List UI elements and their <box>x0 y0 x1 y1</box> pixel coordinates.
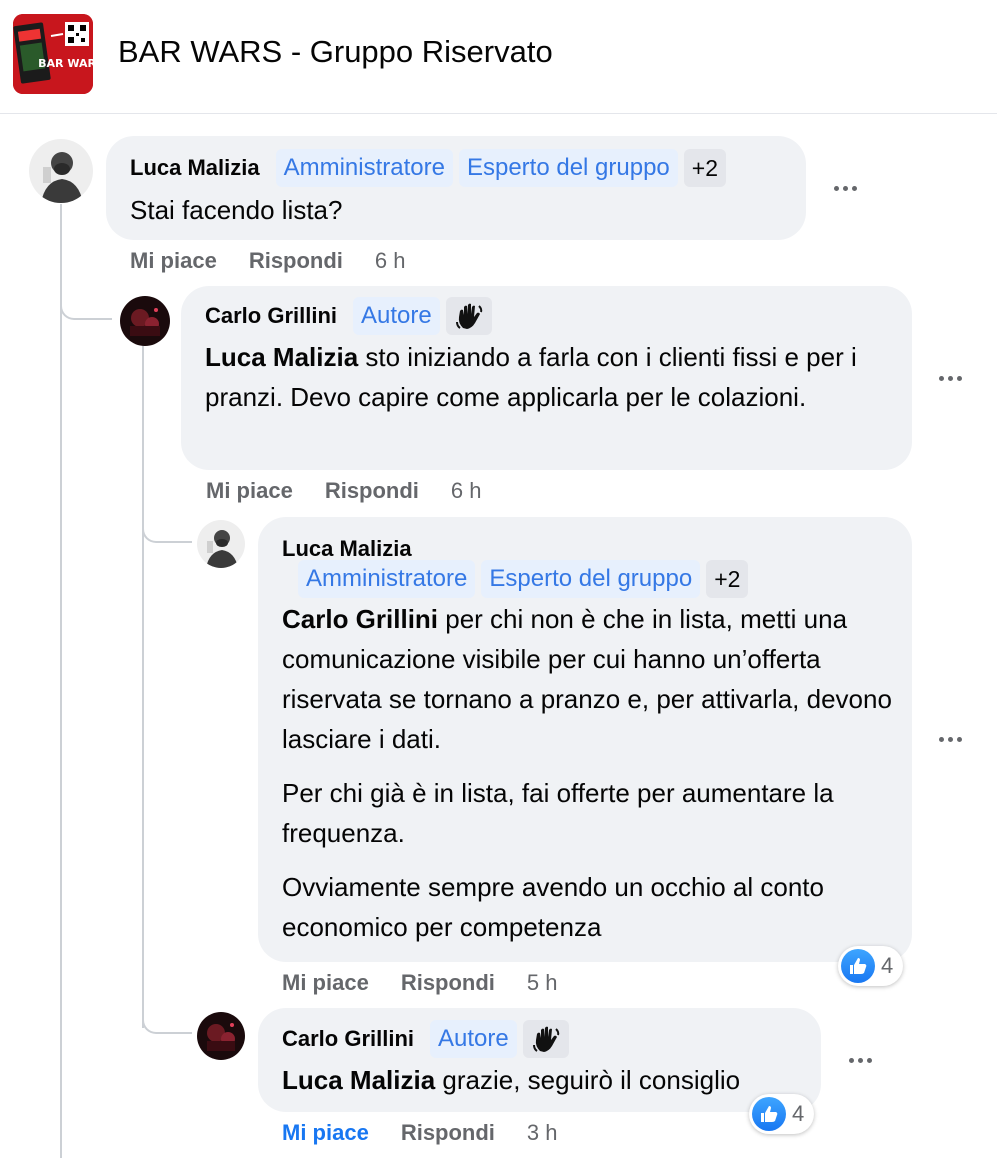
avatar[interactable] <box>29 139 93 203</box>
more-options-icon[interactable] <box>840 1050 880 1070</box>
comment-time[interactable]: 6 h <box>375 248 406 274</box>
like-button[interactable]: Mi piace <box>282 1120 369 1146</box>
comment-author[interactable]: Carlo Grillini <box>282 1026 414 1052</box>
comment-text: Luca Malizia grazie, seguirò il consigli… <box>282 1065 741 1095</box>
comment-author[interactable]: Carlo Grillini <box>205 303 337 329</box>
reaction-count: 4 <box>881 953 894 978</box>
comment-author[interactable]: Luca Malizia <box>282 536 412 562</box>
avatar[interactable] <box>197 520 245 568</box>
thread-line <box>142 346 144 1028</box>
thread-line <box>60 204 62 1158</box>
comment-bubble: Carlo Grillini Autore Luca Malizia grazi… <box>258 1008 821 1112</box>
avatar[interactable] <box>197 1012 245 1060</box>
comment-time[interactable]: 6 h <box>451 478 482 504</box>
logo-text: BAR WARS <box>38 57 93 70</box>
comment-author[interactable]: Luca Malizia <box>130 155 260 181</box>
more-options-icon[interactable] <box>930 729 970 749</box>
like-button[interactable]: Mi piace <box>206 478 293 504</box>
comment-bubble: Luca Malizia Amministratore Esperto del … <box>258 517 912 962</box>
author-badge[interactable]: Autore <box>353 297 440 335</box>
comment-bubble: Carlo Grillini Autore Luca Malizia sto i… <box>181 286 912 470</box>
comment-bubble: Luca Malizia Amministratore Esperto del … <box>106 136 806 240</box>
expert-badge[interactable]: Esperto del gruppo <box>458 149 678 187</box>
author-badge[interactable]: Autore <box>430 1020 517 1058</box>
more-options-icon[interactable] <box>930 368 970 388</box>
reply-button[interactable]: Rispondi <box>249 248 343 274</box>
avatar[interactable] <box>120 296 170 346</box>
mention[interactable]: Carlo Grillini <box>282 604 438 634</box>
more-badges[interactable]: +2 <box>683 149 727 187</box>
comment-time[interactable]: 3 h <box>527 1120 558 1146</box>
wave-hand-icon <box>445 297 492 335</box>
more-badges[interactable]: +2 <box>706 560 749 598</box>
mention[interactable]: Luca Malizia <box>282 1065 435 1095</box>
comment-text: Carlo Grillini per chi non è che in list… <box>282 604 892 942</box>
like-thumb-icon <box>841 949 875 983</box>
comment-time[interactable]: 5 h <box>527 970 558 996</box>
page-title[interactable]: BAR WARS - Gruppo Riservato <box>118 34 553 70</box>
reaction-count: 4 <box>792 1101 805 1126</box>
like-button[interactable]: Mi piace <box>282 970 369 996</box>
reply-button[interactable]: Rispondi <box>401 970 495 996</box>
reaction-summary[interactable]: 4 <box>838 946 904 986</box>
reply-button[interactable]: Rispondi <box>325 478 419 504</box>
like-button[interactable]: Mi piace <box>130 248 217 274</box>
like-thumb-icon <box>752 1097 786 1131</box>
expert-badge[interactable]: Esperto del gruppo <box>481 560 701 598</box>
comment-text: Luca Malizia sto iniziando a farla con i… <box>205 342 857 412</box>
mention[interactable]: Luca Malizia <box>205 342 358 372</box>
reply-button[interactable]: Rispondi <box>401 1120 495 1146</box>
thread-connector <box>142 996 192 1034</box>
wave-hand-icon <box>522 1020 569 1058</box>
group-logo[interactable]: BAR WARS <box>13 14 93 94</box>
admin-badge[interactable]: Amministratore <box>275 149 453 187</box>
more-options-icon[interactable] <box>825 178 865 198</box>
comment-text: Stai facendo lista? <box>130 195 343 225</box>
thread-connector <box>142 505 192 543</box>
group-header: BAR WARS BAR WARS - Gruppo Riservato <box>0 0 997 114</box>
thread-connector <box>60 280 112 320</box>
admin-badge[interactable]: Amministratore <box>298 560 476 598</box>
reaction-summary[interactable]: 4 <box>749 1094 815 1134</box>
